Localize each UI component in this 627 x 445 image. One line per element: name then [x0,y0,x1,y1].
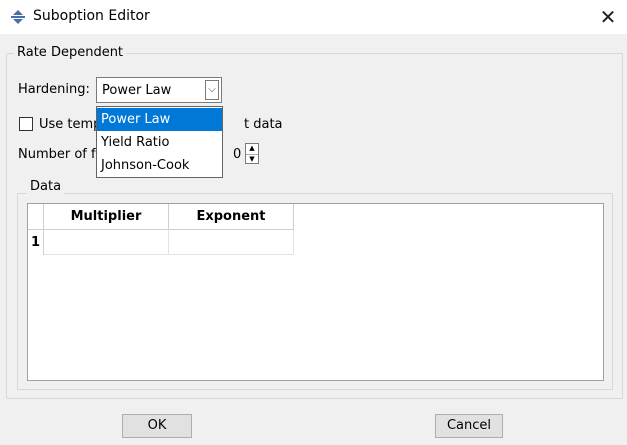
column-header-exponent[interactable]: Exponent [169,204,294,230]
close-icon[interactable]: ✕ [595,4,621,30]
use-temperature-label: Use temp [39,117,102,132]
cancel-button[interactable]: Cancel [435,414,503,438]
hardening-selected-value: Power Law [102,83,172,98]
row-header[interactable]: 1 [28,230,44,255]
dropdown-option-yield-ratio[interactable]: Yield Ratio [97,131,222,154]
use-temperature-label-tail: t data [244,117,283,132]
ok-button[interactable]: OK [122,414,192,438]
group-title: Rate Dependent [14,45,127,60]
table-corner [28,204,44,230]
hardening-dropdown-list: Power Law Yield Ratio Johnson-Cook [96,106,223,178]
title-bar: Suboption Editor ✕ [0,0,627,34]
data-group-title: Data [27,179,65,194]
field-variables-value[interactable]: 0 [233,147,241,162]
app-icon [11,10,25,24]
data-table[interactable]: Multiplier Exponent 1 [27,203,604,381]
chevron-down-icon[interactable]: ⌵ [205,80,219,100]
use-temperature-checkbox[interactable] [19,117,33,131]
window-title: Suboption Editor [33,8,150,24]
field-variables-label: Number of f [18,147,96,162]
spin-down-icon[interactable]: ▼ [246,154,258,164]
dropdown-option-power-law[interactable]: Power Law [97,108,222,131]
column-header-multiplier[interactable]: Multiplier [44,204,169,230]
table-cell-multiplier[interactable] [44,230,169,255]
table-cell-exponent[interactable] [169,230,294,255]
hardening-label: Hardening: [18,82,90,97]
spin-up-icon[interactable]: ▲ [246,144,258,153]
dropdown-option-johnson-cook[interactable]: Johnson-Cook [97,154,222,177]
field-variables-spinner[interactable]: ▲ ▼ [245,143,259,164]
hardening-combobox[interactable]: Power Law ⌵ [96,77,222,103]
